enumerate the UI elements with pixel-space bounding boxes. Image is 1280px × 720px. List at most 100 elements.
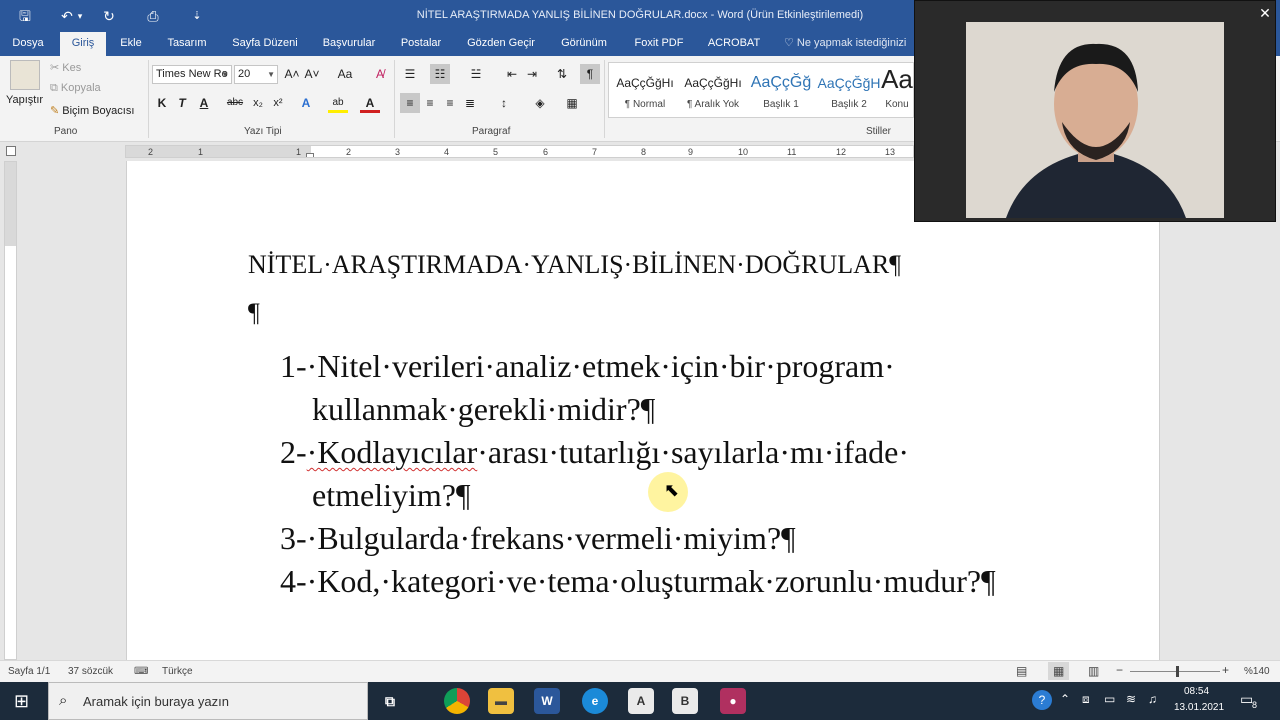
font-color-icon[interactable]: A xyxy=(360,93,380,113)
clock-date[interactable]: 13.01.2021 xyxy=(1174,702,1224,713)
horizontal-ruler[interactable]: 2 1 1 2 3 4 5 6 7 8 9 10 11 12 13 xyxy=(125,145,914,158)
italic-button[interactable]: T xyxy=(172,93,192,113)
app-icon[interactable]: B xyxy=(672,688,698,714)
superscript-button[interactable]: x² xyxy=(268,93,288,113)
taskbar-search[interactable]: ⌕ Aramak için buraya yazın xyxy=(48,682,368,720)
list-item[interactable]: 2-·Kodlayıcılar·arası·tutarlığı·sayılarl… xyxy=(280,434,909,471)
tab-gozden-gecir[interactable]: Gözden Geçir xyxy=(460,32,542,56)
align-center-icon[interactable]: ≡ xyxy=(420,93,440,113)
line-spacing-icon[interactable]: ↕ xyxy=(494,93,514,113)
text-effects-icon[interactable]: A xyxy=(296,93,316,113)
bullets-icon[interactable]: ☰ xyxy=(400,64,420,84)
zoom-slider[interactable] xyxy=(1130,671,1220,672)
app-icon[interactable]: A xyxy=(628,688,654,714)
tab-ekle[interactable]: Ekle xyxy=(112,32,150,56)
tab-sayfa-duzeni[interactable]: Sayfa Düzeni xyxy=(226,32,304,56)
help-icon[interactable]: ? xyxy=(1032,690,1052,710)
style-title[interactable]: Aa Konu xyxy=(881,63,913,117)
shrink-font-icon[interactable]: A˅ xyxy=(302,64,322,84)
list-item[interactable]: 3-·Bulgularda·frekans·vermeli·miyim?¶ xyxy=(280,520,796,557)
bold-button[interactable]: K xyxy=(152,93,172,113)
network-icon[interactable]: ⧈ xyxy=(1082,692,1090,707)
underline-button[interactable]: A xyxy=(194,93,214,113)
sort-icon[interactable]: ⇅ xyxy=(552,64,572,84)
borders-icon[interactable]: ▦ xyxy=(562,93,582,113)
tab-tasarim[interactable]: Tasarım xyxy=(160,32,214,56)
zoom-out-icon[interactable]: − xyxy=(1116,663,1123,677)
multilevel-list-icon[interactable]: ☱ xyxy=(466,64,486,84)
task-view-icon[interactable]: ⧉ xyxy=(377,688,403,714)
indent-marker[interactable] xyxy=(306,153,314,157)
zoom-in-icon[interactable]: + xyxy=(1222,663,1229,677)
format-painter-button[interactable]: ✎ Biçim Boyacısı xyxy=(50,104,134,117)
tab-giris[interactable]: Giriş xyxy=(60,32,106,56)
font-size-dropdown[interactable]: 20 ▼ xyxy=(234,65,278,84)
tell-me-box[interactable]: ♡ Ne yapmak istediğinizi xyxy=(784,32,914,56)
read-mode-icon[interactable]: ▤ xyxy=(1016,664,1027,678)
paste-icon[interactable] xyxy=(10,60,40,90)
style-heading-2[interactable]: AaÇçĞğH Başlık 2 xyxy=(815,63,883,117)
clock-time[interactable]: 08:54 xyxy=(1184,686,1209,697)
empty-paragraph[interactable]: ¶ xyxy=(248,298,260,328)
cut-button[interactable]: ✂ Kes xyxy=(50,61,81,74)
zoom-slider-thumb[interactable] xyxy=(1176,666,1179,677)
page-count[interactable]: Sayfa 1/1 xyxy=(8,666,50,677)
windows-start-icon[interactable]: ⊞ xyxy=(14,691,29,712)
recorder-icon[interactable]: ● xyxy=(720,688,746,714)
list-item-continuation[interactable]: etmeliyim?¶ xyxy=(312,477,470,514)
redo-icon[interactable]: ↻ xyxy=(98,6,120,26)
tab-gorunum[interactable]: Görünüm xyxy=(552,32,616,56)
clear-format-icon[interactable]: A̸ xyxy=(370,64,390,84)
tab-dosya[interactable]: Dosya xyxy=(4,32,52,56)
style-no-spacing[interactable]: AaÇçĞğHı ¶ Aralık Yok xyxy=(679,63,747,117)
chevron-up-icon[interactable]: ⌃ xyxy=(1060,692,1070,706)
paste-button[interactable]: Yapıştır xyxy=(6,94,43,106)
list-item-continuation[interactable]: kullanmak·gerekli·midir?¶ xyxy=(312,391,655,428)
zoom-level[interactable]: %140 xyxy=(1244,666,1270,677)
subscript-button[interactable]: x₂ xyxy=(248,93,268,113)
volume-icon[interactable]: ♫ xyxy=(1148,692,1157,706)
shading-icon[interactable]: ◈ xyxy=(530,93,550,113)
align-right-icon[interactable]: ≡ xyxy=(440,93,460,113)
change-case-icon[interactable]: Aa xyxy=(332,64,358,84)
tab-selector-icon[interactable] xyxy=(6,146,16,156)
style-heading-1[interactable]: AaÇçĞğ Başlık 1 xyxy=(747,63,815,117)
document-heading[interactable]: NİTEL·ARAŞTIRMADA·YANLIŞ·BİLİNEN·DOĞRULA… xyxy=(248,250,901,280)
battery-icon[interactable]: ▭ xyxy=(1104,692,1115,706)
customize-toolbar-icon[interactable]: ⇣ xyxy=(186,6,208,26)
chrome-icon[interactable] xyxy=(444,688,470,714)
vertical-ruler[interactable] xyxy=(4,161,17,660)
list-item[interactable]: 4-·Kod,·kategori·ve·tema·oluşturmak·zoru… xyxy=(280,563,996,600)
ruler-tick: 7 xyxy=(592,147,598,157)
proofing-icon[interactable]: ⌨ xyxy=(134,666,148,677)
increase-indent-icon[interactable]: ⇥ xyxy=(522,64,542,84)
grow-font-icon[interactable]: A˄ xyxy=(282,64,302,84)
word-count[interactable]: 37 sözcük xyxy=(68,666,113,677)
font-name-dropdown[interactable]: Times New Ro ▼ xyxy=(152,65,232,84)
tab-postalar[interactable]: Postalar xyxy=(394,32,448,56)
wifi-icon[interactable]: ≋ xyxy=(1126,692,1136,706)
close-icon[interactable]: ✕ xyxy=(1256,4,1274,22)
print-layout-icon[interactable]: ▦ xyxy=(1048,662,1070,680)
edge-icon[interactable]: e xyxy=(582,688,608,714)
align-left-icon[interactable]: ≡ xyxy=(400,93,420,113)
strikethrough-button[interactable]: abc xyxy=(224,93,246,113)
save-icon[interactable]: 🖫 xyxy=(14,6,36,26)
style-normal[interactable]: AaÇçĞğHı ¶ Normal xyxy=(611,63,679,117)
copy-button[interactable]: ⧉ Kopyala xyxy=(50,82,101,95)
undo-dropdown-icon[interactable]: ▾ xyxy=(74,6,86,26)
word-icon[interactable]: W xyxy=(534,688,560,714)
show-formatting-button[interactable]: ¶ xyxy=(580,64,600,84)
language[interactable]: Türkçe xyxy=(162,666,193,677)
justify-icon[interactable]: ≣ xyxy=(460,93,480,113)
tab-basvurular[interactable]: Başvurular xyxy=(314,32,384,56)
highlight-icon[interactable]: ab xyxy=(328,93,348,113)
web-layout-icon[interactable]: ▥ xyxy=(1088,664,1099,678)
tab-acrobat[interactable]: ACROBAT xyxy=(700,32,768,56)
file-explorer-icon[interactable]: ▬ xyxy=(488,688,514,714)
tab-foxit-pdf[interactable]: Foxit PDF xyxy=(626,32,692,56)
print-preview-icon[interactable]: ⎙ xyxy=(142,6,164,26)
list-item[interactable]: 1-·Nitel·verileri·analiz·etmek·için·bir·… xyxy=(280,348,895,385)
decrease-indent-icon[interactable]: ⇤ xyxy=(502,64,522,84)
numbering-icon[interactable]: ☷ xyxy=(430,64,450,84)
